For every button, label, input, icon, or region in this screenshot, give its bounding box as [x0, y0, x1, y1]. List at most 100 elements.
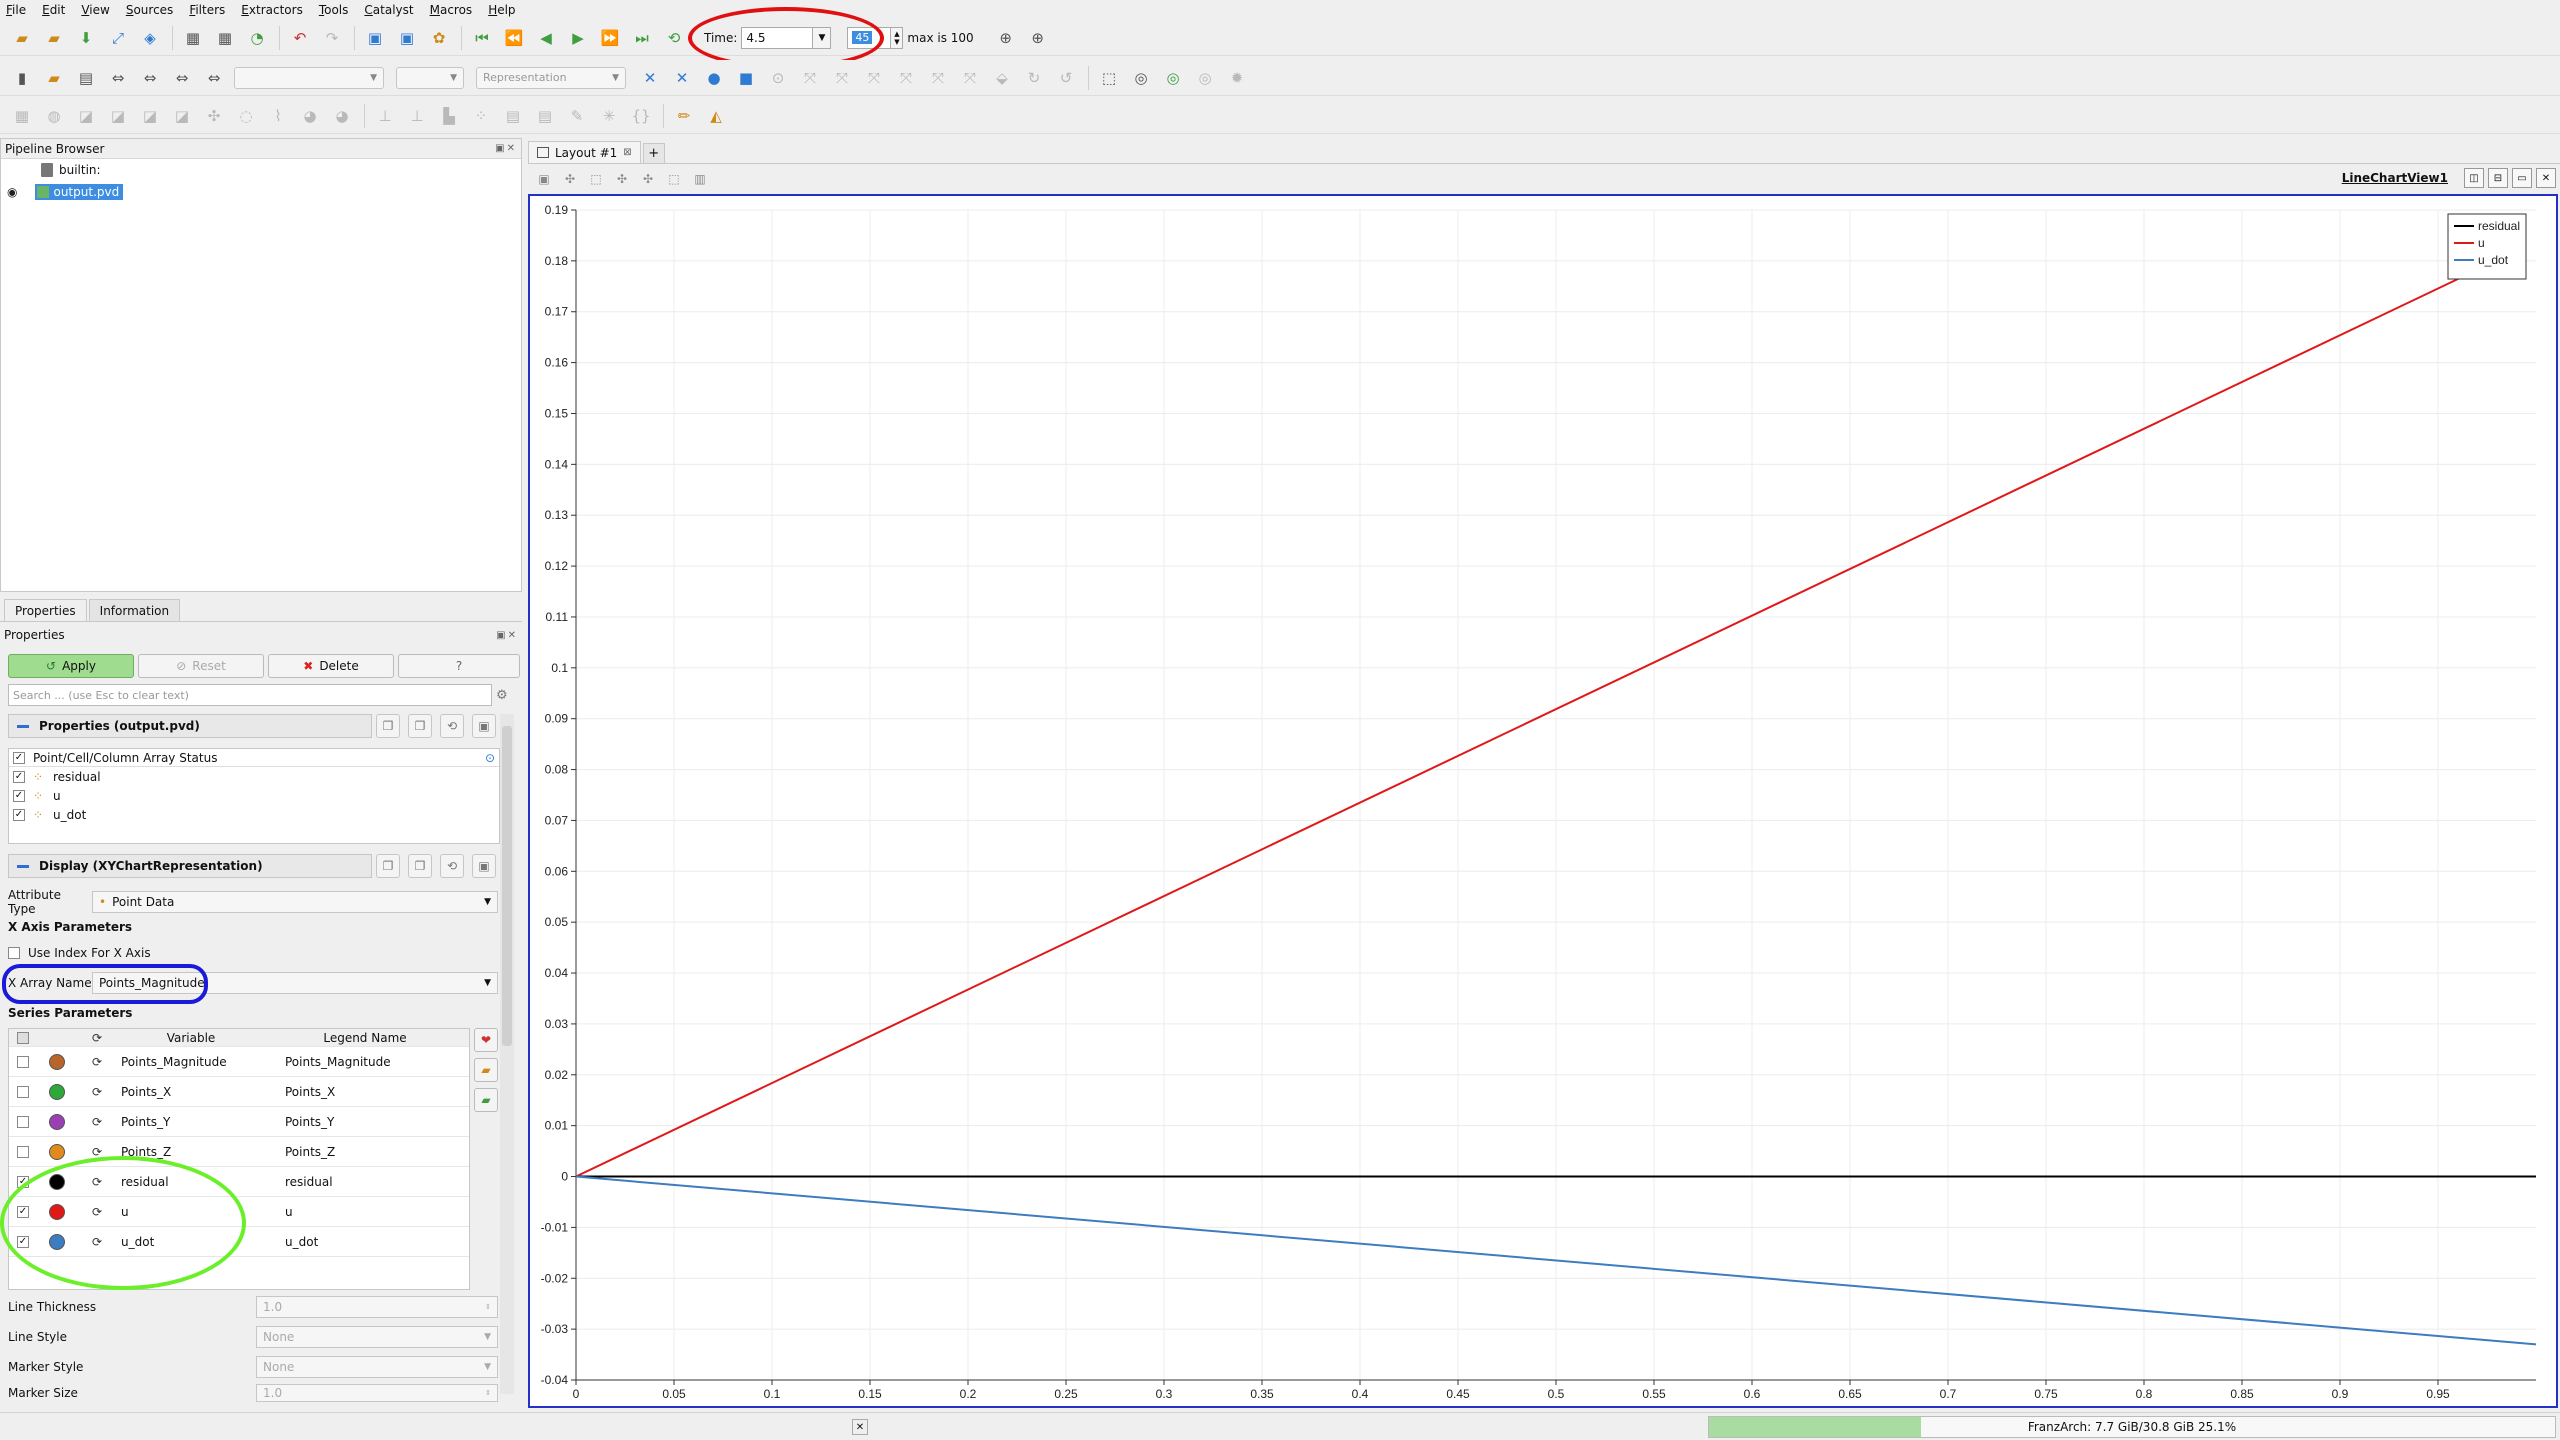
- axis-icon[interactable]: ⟳: [77, 1055, 117, 1069]
- component-combo[interactable]: ▼: [396, 66, 464, 89]
- shrink-selection-icon[interactable]: ✣: [638, 169, 658, 189]
- pick-point-icon[interactable]: ⬚: [664, 169, 684, 189]
- pipeline-item-output[interactable]: ◉ output.pvd: [1, 181, 521, 203]
- zoom-box-icon[interactable]: ⊙: [766, 66, 790, 90]
- axis-icon[interactable]: ⟳: [77, 1085, 117, 1099]
- warp-vector-icon[interactable]: ⌇: [266, 104, 290, 128]
- restore-icon[interactable]: ⟲: [440, 714, 464, 738]
- use-index-checkbox[interactable]: [8, 947, 20, 959]
- view-plus-z-icon[interactable]: ⤧: [926, 66, 950, 90]
- series-checkbox[interactable]: [17, 1145, 29, 1158]
- link-camera-icon[interactable]: ⇔: [106, 66, 130, 90]
- axis-icon[interactable]: ⟳: [77, 1115, 117, 1129]
- view-name[interactable]: LineChartView1: [2342, 171, 2448, 185]
- series-checkbox[interactable]: [17, 1055, 29, 1068]
- attribute-type-combo[interactable]: • Point Data ▼: [92, 891, 498, 913]
- redo-icon[interactable]: ↷: [320, 26, 344, 50]
- extract-level-icon[interactable]: ◕: [330, 104, 354, 128]
- edit-icon[interactable]: ✎: [565, 104, 589, 128]
- use-index-row[interactable]: Use Index For X Axis: [8, 946, 151, 960]
- menu-catalyst[interactable]: Catalyst: [364, 3, 413, 17]
- series-checkbox[interactable]: [17, 1115, 29, 1128]
- python-calc-icon[interactable]: ✳: [597, 104, 621, 128]
- refresh-icon[interactable]: ◔: [245, 26, 269, 50]
- eye-icon[interactable]: ◉: [7, 185, 17, 199]
- delete-button[interactable]: ✖ Delete: [268, 654, 394, 678]
- series-checkbox[interactable]: ✓: [17, 1175, 29, 1188]
- disconnect-icon[interactable]: ▦: [213, 26, 237, 50]
- add-layout-button[interactable]: +: [642, 143, 665, 163]
- series-row[interactable]: ✓ ⟳ u_dot u_dot: [9, 1227, 469, 1257]
- array-checkbox[interactable]: ✓: [13, 808, 25, 821]
- plot-over-line-icon[interactable]: ⊥: [373, 104, 397, 128]
- threshold-icon[interactable]: ◪: [138, 104, 162, 128]
- view-minus-y-icon[interactable]: ⤧: [894, 66, 918, 90]
- representation-combo[interactable]: Representation ▼: [476, 66, 626, 89]
- clear-icon[interactable]: ▥: [690, 169, 710, 189]
- menu-extractors[interactable]: Extractors: [241, 3, 303, 17]
- stream-tracer-icon[interactable]: ◌: [234, 104, 258, 128]
- open-folder-icon[interactable]: ▰: [10, 26, 34, 50]
- panel-float-close-icon[interactable]: ▣✕: [495, 143, 517, 154]
- histogram-icon[interactable]: ▙: [437, 104, 461, 128]
- clear-selection-icon[interactable]: ◎: [1193, 66, 1217, 90]
- axis-icon[interactable]: ⟳: [77, 1205, 117, 1219]
- menu-edit[interactable]: Edit: [42, 3, 65, 17]
- plot-time-icon[interactable]: ▤: [533, 104, 557, 128]
- axis-icon[interactable]: ⟳: [77, 1175, 117, 1189]
- camera-undo-icon[interactable]: ▣: [363, 26, 387, 50]
- glyph-icon[interactable]: ✣: [202, 104, 226, 128]
- time-dropdown-arrow-icon[interactable]: ▼: [813, 26, 832, 49]
- save-state-icon[interactable]: ⤢: [106, 26, 130, 50]
- palette-icon[interactable]: ✿: [427, 26, 451, 50]
- marker-size-input[interactable]: 1.0 ⇕: [256, 1384, 498, 1402]
- menu-view[interactable]: View: [81, 3, 109, 17]
- interactive-select-icon[interactable]: ◎: [1161, 66, 1185, 90]
- paste-icon[interactable]: ❐: [408, 714, 432, 738]
- first-frame-icon[interactable]: ⏮: [470, 26, 494, 50]
- series-checkbox[interactable]: ✓: [17, 1235, 29, 1248]
- apply-button[interactable]: ↺ Apply: [8, 654, 134, 678]
- globe-icon[interactable]: ●: [702, 66, 726, 90]
- load-palette-icon[interactable]: ▰: [474, 1058, 498, 1082]
- panel-float-close-icon[interactable]: ▣✕: [496, 630, 518, 641]
- series-color-swatch[interactable]: [49, 1173, 65, 1190]
- pipeline-item-builtin[interactable]: builtin:: [1, 159, 521, 181]
- ruler-icon[interactable]: ✏: [672, 104, 696, 128]
- series-checkbox[interactable]: [17, 1085, 29, 1098]
- server-icon[interactable]: ▮: [10, 66, 34, 90]
- calculator-icon[interactable]: ▦: [10, 104, 34, 128]
- marker-style-combo[interactable]: None ▼: [256, 1356, 498, 1378]
- x-array-combo[interactable]: Points_Magnitude ▼: [92, 972, 498, 994]
- link-view-icon[interactable]: ⇔: [170, 66, 194, 90]
- copy-icon[interactable]: ❐: [376, 854, 400, 878]
- close-icon[interactable]: ⊠: [623, 147, 631, 158]
- close-view-icon[interactable]: ✕: [2536, 168, 2556, 188]
- gear-icon[interactable]: ⚙: [496, 687, 512, 703]
- line-chart-view[interactable]: 0.19 0.18 0.17 0.16 0.15 0.14 0.13 0.12 0.11 0.1 0…: [528, 194, 2558, 1408]
- menu-file[interactable]: File: [6, 3, 26, 17]
- last-frame-icon[interactable]: ⏭: [630, 26, 654, 50]
- view-minus-x-icon[interactable]: ⤧: [830, 66, 854, 90]
- python-script-icon[interactable]: {}: [629, 104, 653, 128]
- array-item-u[interactable]: ✓ ⁘ u: [9, 786, 499, 805]
- array-item-u-dot[interactable]: ✓ ⁘ u_dot: [9, 805, 499, 824]
- plot-selection-icon[interactable]: ▤: [501, 104, 525, 128]
- rotate-cw-icon[interactable]: ↻: [1022, 66, 1046, 90]
- group-datasets-icon[interactable]: ◕: [298, 104, 322, 128]
- undo-icon[interactable]: ↶: [288, 26, 312, 50]
- reset-camera-icon[interactable]: ✕: [638, 66, 662, 90]
- play-backward-icon[interactable]: ◀: [534, 26, 558, 50]
- reset-button[interactable]: ⊘ Reset: [138, 654, 264, 678]
- tab-properties[interactable]: Properties: [4, 599, 87, 621]
- axis-icon[interactable]: ⟳: [77, 1235, 117, 1249]
- view-minus-z-icon[interactable]: ⤧: [958, 66, 982, 90]
- zoom-to-data-icon[interactable]: ⊕: [994, 26, 1018, 50]
- slice-icon[interactable]: ◪: [106, 104, 130, 128]
- series-row[interactable]: ⟳ Points_Magnitude Points_Magnitude: [9, 1047, 469, 1077]
- copy-icon[interactable]: ❐: [376, 714, 400, 738]
- isometric-icon[interactable]: ⬙: [990, 66, 1014, 90]
- maximize-icon[interactable]: ▭: [2512, 168, 2532, 188]
- line-chart[interactable]: 0.19 0.18 0.17 0.16 0.15 0.14 0.13 0.12 0.11 0.1 0…: [530, 196, 2556, 1406]
- line-style-combo[interactable]: None ▼: [256, 1326, 498, 1348]
